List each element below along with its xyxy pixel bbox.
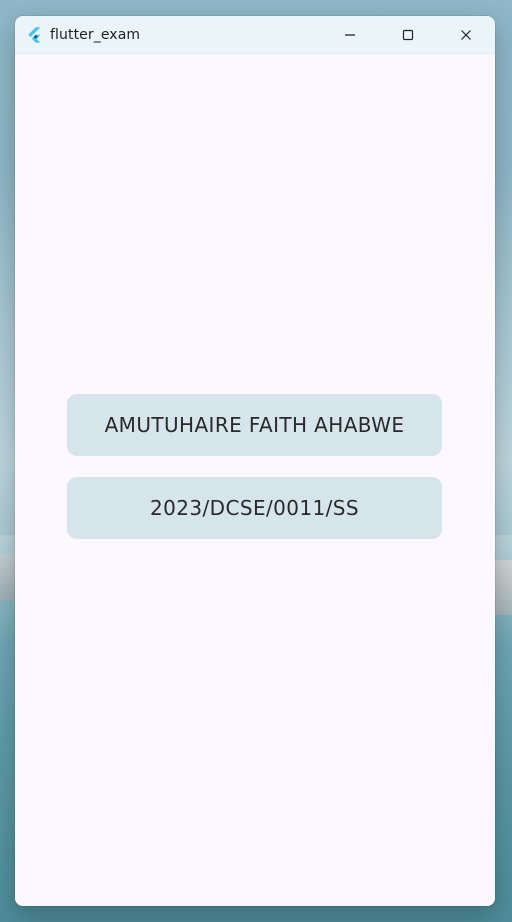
app-content: AMUTUHAIRE FAITH AHABWE 2023/DCSE/0011/S… (15, 54, 495, 906)
minimize-icon (344, 29, 356, 41)
title-bar[interactable]: flutter_exam (15, 16, 495, 54)
maximize-button[interactable] (379, 16, 437, 53)
window-title: flutter_exam (50, 26, 141, 43)
student-name-card: AMUTUHAIRE FAITH AHABWE (67, 394, 442, 456)
minimize-button[interactable] (321, 16, 379, 53)
close-icon (460, 29, 472, 41)
app-window: flutter_exam AMUTUHAIRE FAITH AHABWE 202… (15, 16, 495, 906)
flutter-logo-icon (25, 26, 43, 44)
desktop: flutter_exam AMUTUHAIRE FAITH AHABWE 202… (0, 0, 512, 922)
student-id-card: 2023/DCSE/0011/SS (67, 477, 442, 539)
close-button[interactable] (437, 16, 495, 53)
window-controls (321, 16, 495, 53)
student-name-text: AMUTUHAIRE FAITH AHABWE (104, 413, 405, 437)
student-id-text: 2023/DCSE/0011/SS (150, 496, 359, 520)
maximize-icon (402, 29, 414, 41)
